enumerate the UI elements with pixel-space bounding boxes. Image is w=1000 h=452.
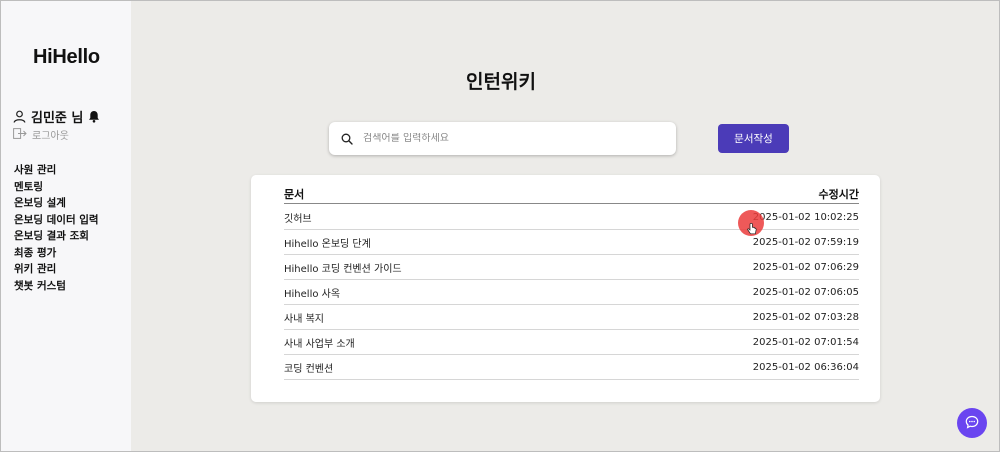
table-row[interactable]: Hihello 코딩 컨벤션 가이드 2025-01-02 07:06:29 [284,255,859,280]
nav-item-employee-management[interactable]: 사원 관리 [14,162,99,179]
search-bar [329,122,676,155]
column-header-document: 문서 [284,188,305,201]
modified-time: 2025-01-02 07:59:19 [752,236,859,248]
document-title[interactable]: 코딩 컨벤션 [284,360,333,375]
modified-time: 2025-01-02 10:02:25 [752,211,859,223]
column-header-modified-time: 수정시간 [818,188,859,201]
page-title: 인턴위키 [466,71,536,93]
hand-cursor-icon [747,220,757,239]
logout-icon [13,127,27,142]
table-header: 문서 수정시간 [284,185,859,204]
nav-item-mentoring[interactable]: 멘토링 [14,179,99,196]
modified-time: 2025-01-02 07:06:05 [752,286,859,298]
search-icon[interactable] [341,133,353,145]
document-title[interactable]: 깃허브 [284,210,312,225]
table-row[interactable]: 사내 사업부 소개 2025-01-02 07:01:54 [284,330,859,355]
document-title[interactable]: Hihello 온보딩 단계 [284,235,371,250]
document-table: 문서 수정시간 깃허브 2025-01-02 10:02:25 Hihello … [251,175,880,402]
nav-item-onboarding-design[interactable]: 온보딩 설계 [14,195,99,212]
document-title[interactable]: Hihello 코딩 컨벤션 가이드 [284,260,402,275]
user-profile: 김민준 님 [13,107,100,126]
app-logo[interactable]: HiHello [33,46,100,69]
nav-item-chatbot-custom[interactable]: 챗봇 커스텀 [14,278,99,295]
sidebar: HiHello 김민준 님 로그아웃 사원 관리 멘토링 온보딩 설계 온보딩 … [1,1,131,451]
modified-time: 2025-01-02 06:36:04 [752,361,859,373]
nav-item-wiki-management[interactable]: 위키 관리 [14,261,99,278]
table-row[interactable]: 코딩 컨벤션 2025-01-02 06:36:04 [284,355,859,380]
table-row[interactable]: Hihello 사옥 2025-01-02 07:06:05 [284,280,859,305]
nav-item-final-evaluation[interactable]: 최종 평가 [14,245,99,262]
document-title[interactable]: 사내 사업부 소개 [284,335,355,350]
table-row[interactable]: 깃허브 2025-01-02 10:02:25 [284,205,859,230]
nav-item-onboarding-data-input[interactable]: 온보딩 데이터 입력 [14,212,99,229]
table-row[interactable]: 사내 복지 2025-01-02 07:03:28 [284,305,859,330]
write-document-button[interactable]: 문서작성 [718,124,789,153]
chatbot-button[interactable] [957,408,987,438]
modified-time: 2025-01-02 07:06:29 [752,261,859,273]
table-row[interactable]: Hihello 온보딩 단계 2025-01-02 07:59:19 [284,230,859,255]
logout-link[interactable]: 로그아웃 [13,127,69,142]
sidebar-nav: 사원 관리 멘토링 온보딩 설계 온보딩 데이터 입력 온보딩 결과 조회 최종… [14,162,99,294]
user-icon [13,110,26,123]
logout-label: 로그아웃 [32,131,69,142]
user-name: 김민준 님 [31,111,84,126]
search-input[interactable] [363,133,653,144]
modified-time: 2025-01-02 07:01:54 [752,336,859,348]
document-title[interactable]: Hihello 사옥 [284,285,340,300]
chat-icon [965,414,979,433]
modified-time: 2025-01-02 07:03:28 [752,311,859,323]
nav-item-onboarding-results[interactable]: 온보딩 결과 조회 [14,228,99,245]
bell-icon[interactable] [88,110,100,123]
document-title[interactable]: 사내 복지 [284,310,324,325]
